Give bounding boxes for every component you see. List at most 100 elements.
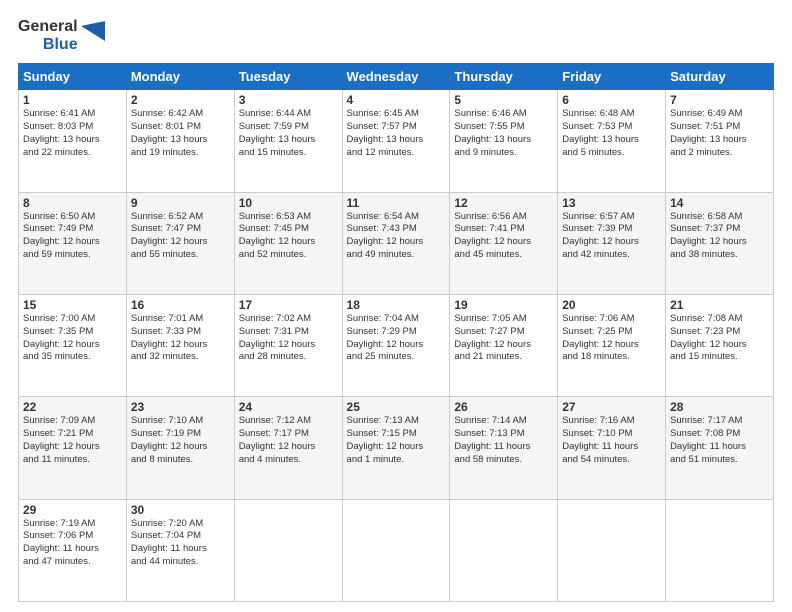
day-number: 3 bbox=[239, 93, 338, 107]
day-info: Sunrise: 6:54 AMSunset: 7:43 PMDaylight:… bbox=[347, 211, 446, 262]
day-number: 17 bbox=[239, 298, 338, 312]
calendar-week: 22Sunrise: 7:09 AMSunset: 7:21 PMDayligh… bbox=[19, 397, 774, 499]
day-number: 6 bbox=[562, 93, 661, 107]
day-info: Sunrise: 6:46 AMSunset: 7:55 PMDaylight:… bbox=[454, 108, 553, 159]
page: General Blue SundayMondayTuesdayWednesda… bbox=[0, 0, 792, 612]
day-number: 18 bbox=[347, 298, 446, 312]
calendar-day: 1Sunrise: 6:41 AMSunset: 8:03 PMDaylight… bbox=[19, 90, 127, 192]
calendar-week: 29Sunrise: 7:19 AMSunset: 7:06 PMDayligh… bbox=[19, 499, 774, 601]
calendar-day: 11Sunrise: 6:54 AMSunset: 7:43 PMDayligh… bbox=[342, 192, 450, 294]
logo-bird-icon bbox=[81, 21, 105, 51]
day-header: Wednesday bbox=[342, 64, 450, 90]
calendar-day: 2Sunrise: 6:42 AMSunset: 8:01 PMDaylight… bbox=[126, 90, 234, 192]
day-number: 7 bbox=[670, 93, 769, 107]
calendar-day: 23Sunrise: 7:10 AMSunset: 7:19 PMDayligh… bbox=[126, 397, 234, 499]
calendar-day: 13Sunrise: 6:57 AMSunset: 7:39 PMDayligh… bbox=[558, 192, 666, 294]
calendar-week: 8Sunrise: 6:50 AMSunset: 7:49 PMDaylight… bbox=[19, 192, 774, 294]
day-info: Sunrise: 6:58 AMSunset: 7:37 PMDaylight:… bbox=[670, 211, 769, 262]
day-info: Sunrise: 7:00 AMSunset: 7:35 PMDaylight:… bbox=[23, 313, 122, 364]
header: General Blue bbox=[18, 18, 774, 53]
logo-blue: Blue bbox=[43, 36, 78, 54]
day-header: Saturday bbox=[666, 64, 774, 90]
day-info: Sunrise: 7:12 AMSunset: 7:17 PMDaylight:… bbox=[239, 415, 338, 466]
calendar-day bbox=[450, 499, 558, 601]
day-number: 11 bbox=[347, 196, 446, 210]
calendar-day: 3Sunrise: 6:44 AMSunset: 7:59 PMDaylight… bbox=[234, 90, 342, 192]
day-info: Sunrise: 6:50 AMSunset: 7:49 PMDaylight:… bbox=[23, 211, 122, 262]
day-number: 9 bbox=[131, 196, 230, 210]
calendar-day bbox=[558, 499, 666, 601]
calendar-day: 24Sunrise: 7:12 AMSunset: 7:17 PMDayligh… bbox=[234, 397, 342, 499]
day-info: Sunrise: 6:41 AMSunset: 8:03 PMDaylight:… bbox=[23, 108, 122, 159]
calendar-day: 8Sunrise: 6:50 AMSunset: 7:49 PMDaylight… bbox=[19, 192, 127, 294]
day-number: 16 bbox=[131, 298, 230, 312]
calendar-day: 26Sunrise: 7:14 AMSunset: 7:13 PMDayligh… bbox=[450, 397, 558, 499]
day-info: Sunrise: 7:19 AMSunset: 7:06 PMDaylight:… bbox=[23, 518, 122, 569]
day-header: Friday bbox=[558, 64, 666, 90]
day-number: 25 bbox=[347, 400, 446, 414]
calendar-day bbox=[342, 499, 450, 601]
day-info: Sunrise: 6:49 AMSunset: 7:51 PMDaylight:… bbox=[670, 108, 769, 159]
day-number: 14 bbox=[670, 196, 769, 210]
day-number: 26 bbox=[454, 400, 553, 414]
day-header: Thursday bbox=[450, 64, 558, 90]
calendar-day: 6Sunrise: 6:48 AMSunset: 7:53 PMDaylight… bbox=[558, 90, 666, 192]
day-number: 10 bbox=[239, 196, 338, 210]
day-info: Sunrise: 6:48 AMSunset: 7:53 PMDaylight:… bbox=[562, 108, 661, 159]
day-info: Sunrise: 6:42 AMSunset: 8:01 PMDaylight:… bbox=[131, 108, 230, 159]
day-info: Sunrise: 6:52 AMSunset: 7:47 PMDaylight:… bbox=[131, 211, 230, 262]
day-number: 2 bbox=[131, 93, 230, 107]
day-info: Sunrise: 7:05 AMSunset: 7:27 PMDaylight:… bbox=[454, 313, 553, 364]
day-number: 23 bbox=[131, 400, 230, 414]
calendar-day: 9Sunrise: 6:52 AMSunset: 7:47 PMDaylight… bbox=[126, 192, 234, 294]
day-header: Sunday bbox=[19, 64, 127, 90]
day-number: 1 bbox=[23, 93, 122, 107]
calendar-day: 18Sunrise: 7:04 AMSunset: 7:29 PMDayligh… bbox=[342, 294, 450, 396]
calendar-day: 30Sunrise: 7:20 AMSunset: 7:04 PMDayligh… bbox=[126, 499, 234, 601]
calendar-day: 12Sunrise: 6:56 AMSunset: 7:41 PMDayligh… bbox=[450, 192, 558, 294]
logo-general: General bbox=[18, 18, 78, 36]
calendar-week: 1Sunrise: 6:41 AMSunset: 8:03 PMDaylight… bbox=[19, 90, 774, 192]
day-info: Sunrise: 7:02 AMSunset: 7:31 PMDaylight:… bbox=[239, 313, 338, 364]
day-number: 30 bbox=[131, 503, 230, 517]
day-number: 15 bbox=[23, 298, 122, 312]
calendar-day: 16Sunrise: 7:01 AMSunset: 7:33 PMDayligh… bbox=[126, 294, 234, 396]
day-info: Sunrise: 6:53 AMSunset: 7:45 PMDaylight:… bbox=[239, 211, 338, 262]
day-number: 24 bbox=[239, 400, 338, 414]
day-info: Sunrise: 6:57 AMSunset: 7:39 PMDaylight:… bbox=[562, 211, 661, 262]
day-info: Sunrise: 7:17 AMSunset: 7:08 PMDaylight:… bbox=[670, 415, 769, 466]
calendar-day: 20Sunrise: 7:06 AMSunset: 7:25 PMDayligh… bbox=[558, 294, 666, 396]
calendar-week: 15Sunrise: 7:00 AMSunset: 7:35 PMDayligh… bbox=[19, 294, 774, 396]
day-info: Sunrise: 7:01 AMSunset: 7:33 PMDaylight:… bbox=[131, 313, 230, 364]
calendar-day: 25Sunrise: 7:13 AMSunset: 7:15 PMDayligh… bbox=[342, 397, 450, 499]
day-info: Sunrise: 6:44 AMSunset: 7:59 PMDaylight:… bbox=[239, 108, 338, 159]
calendar-day bbox=[234, 499, 342, 601]
calendar-day: 19Sunrise: 7:05 AMSunset: 7:27 PMDayligh… bbox=[450, 294, 558, 396]
calendar-day: 29Sunrise: 7:19 AMSunset: 7:06 PMDayligh… bbox=[19, 499, 127, 601]
calendar-day: 14Sunrise: 6:58 AMSunset: 7:37 PMDayligh… bbox=[666, 192, 774, 294]
day-number: 4 bbox=[347, 93, 446, 107]
calendar-day: 7Sunrise: 6:49 AMSunset: 7:51 PMDaylight… bbox=[666, 90, 774, 192]
day-info: Sunrise: 7:16 AMSunset: 7:10 PMDaylight:… bbox=[562, 415, 661, 466]
day-info: Sunrise: 7:09 AMSunset: 7:21 PMDaylight:… bbox=[23, 415, 122, 466]
calendar-day: 17Sunrise: 7:02 AMSunset: 7:31 PMDayligh… bbox=[234, 294, 342, 396]
calendar-day: 28Sunrise: 7:17 AMSunset: 7:08 PMDayligh… bbox=[666, 397, 774, 499]
calendar-day: 22Sunrise: 7:09 AMSunset: 7:21 PMDayligh… bbox=[19, 397, 127, 499]
day-info: Sunrise: 7:20 AMSunset: 7:04 PMDaylight:… bbox=[131, 518, 230, 569]
day-info: Sunrise: 7:04 AMSunset: 7:29 PMDaylight:… bbox=[347, 313, 446, 364]
calendar-day: 5Sunrise: 6:46 AMSunset: 7:55 PMDaylight… bbox=[450, 90, 558, 192]
day-number: 29 bbox=[23, 503, 122, 517]
day-number: 22 bbox=[23, 400, 122, 414]
day-info: Sunrise: 7:10 AMSunset: 7:19 PMDaylight:… bbox=[131, 415, 230, 466]
calendar-day: 10Sunrise: 6:53 AMSunset: 7:45 PMDayligh… bbox=[234, 192, 342, 294]
calendar-day: 15Sunrise: 7:00 AMSunset: 7:35 PMDayligh… bbox=[19, 294, 127, 396]
calendar-day bbox=[666, 499, 774, 601]
day-info: Sunrise: 7:08 AMSunset: 7:23 PMDaylight:… bbox=[670, 313, 769, 364]
day-number: 8 bbox=[23, 196, 122, 210]
logo: General Blue bbox=[18, 18, 105, 53]
day-number: 27 bbox=[562, 400, 661, 414]
day-number: 21 bbox=[670, 298, 769, 312]
day-info: Sunrise: 6:56 AMSunset: 7:41 PMDaylight:… bbox=[454, 211, 553, 262]
day-info: Sunrise: 7:14 AMSunset: 7:13 PMDaylight:… bbox=[454, 415, 553, 466]
day-info: Sunrise: 6:45 AMSunset: 7:57 PMDaylight:… bbox=[347, 108, 446, 159]
